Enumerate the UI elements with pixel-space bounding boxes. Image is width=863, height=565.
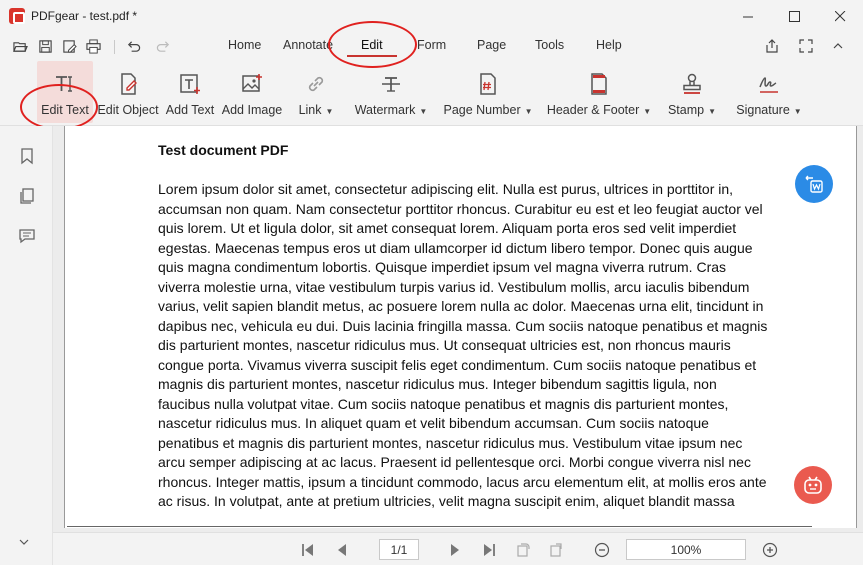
tab-help[interactable]: Help <box>596 38 622 52</box>
open-icon[interactable] <box>11 37 29 55</box>
window-title: PDFgear - test.pdf * <box>31 9 138 23</box>
add-text-label: Add Text <box>165 103 215 117</box>
stamp-icon <box>680 62 704 96</box>
current-page: 1 <box>390 542 398 557</box>
document-title: Test document PDF <box>158 142 289 158</box>
last-page-icon[interactable] <box>480 541 498 559</box>
pdf-to-word-icon[interactable] <box>795 165 833 203</box>
thumbnails-icon[interactable] <box>17 186 37 206</box>
close-button[interactable] <box>817 0 863 32</box>
signature-icon <box>757 62 781 96</box>
comments-icon[interactable] <box>17 226 37 246</box>
page-number-button[interactable]: Page Number ▼ <box>443 62 533 122</box>
page-divider <box>67 526 812 527</box>
link-button[interactable]: Link ▼ <box>296 62 336 122</box>
document-body: Lorem ipsum dolor sit amet, consectetur … <box>158 181 768 509</box>
zoom-in-icon[interactable] <box>761 541 779 559</box>
chevron-down-icon: ▼ <box>325 107 334 116</box>
chevron-down-icon: ▼ <box>524 107 533 116</box>
header-footer-label: Header & Footer <box>546 103 640 117</box>
status-bar: 1/1 100% <box>53 532 863 565</box>
left-sidebar <box>0 126 53 565</box>
save-icon[interactable] <box>36 37 54 55</box>
page-indicator[interactable]: 1/1 <box>379 539 419 560</box>
previous-page-icon[interactable] <box>333 541 351 559</box>
pdf-page[interactable]: Test document PDF Lorem ipsum dolor sit … <box>64 126 857 528</box>
rotate-right-icon[interactable] <box>547 541 565 559</box>
stamp-button[interactable]: Stamp ▼ <box>668 62 716 122</box>
chevron-down-icon[interactable] <box>18 536 30 551</box>
add-image-label: Add Image <box>221 103 283 117</box>
toolbar-divider <box>114 40 115 54</box>
tab-tools[interactable]: Tools <box>535 38 564 52</box>
annotation-oval-edit-tab <box>328 21 417 68</box>
add-text-icon <box>178 62 202 96</box>
header-footer-icon <box>587 62 611 96</box>
print-icon[interactable] <box>84 37 102 55</box>
document-viewer[interactable]: Test document PDF Lorem ipsum dolor sit … <box>53 126 863 532</box>
signature-button[interactable]: Signature ▼ <box>736 62 802 122</box>
chevron-down-icon: ▼ <box>643 107 652 116</box>
watermark-button[interactable]: Watermark ▼ <box>355 62 427 122</box>
redo-icon[interactable] <box>154 37 172 55</box>
page-number-icon <box>476 62 500 96</box>
save-as-icon[interactable] <box>60 37 78 55</box>
tab-home[interactable]: Home <box>228 38 261 52</box>
share-icon[interactable] <box>763 37 781 55</box>
watermark-label: Watermark <box>354 103 416 117</box>
tab-form[interactable]: Form <box>417 38 446 52</box>
edit-object-label: Edit Object <box>97 103 159 117</box>
annotation-oval-edit-text <box>20 84 98 130</box>
zoom-level[interactable]: 100% <box>626 539 746 560</box>
signature-label: Signature <box>736 103 790 117</box>
rotate-left-icon[interactable] <box>514 541 532 559</box>
chevron-down-icon: ▼ <box>419 107 428 116</box>
link-icon <box>304 62 328 96</box>
next-page-icon[interactable] <box>446 541 464 559</box>
first-page-icon[interactable] <box>299 541 317 559</box>
chevron-down-icon: ▼ <box>708 107 717 116</box>
edit-ribbon: Edit Text Edit Object Add Text Add Image… <box>0 60 863 126</box>
maximize-button[interactable] <box>771 0 817 32</box>
title-bar: PDFgear - test.pdf * <box>0 0 863 32</box>
add-image-icon <box>240 62 264 96</box>
chevron-down-icon: ▼ <box>793 107 802 116</box>
tab-annotate[interactable]: Annotate <box>283 38 333 52</box>
add-image-button[interactable]: Add Image <box>221 62 283 122</box>
stamp-label: Stamp <box>667 103 705 117</box>
edit-object-icon <box>116 62 140 96</box>
zoom-out-icon[interactable] <box>593 541 611 559</box>
ai-assistant-icon[interactable] <box>794 466 832 504</box>
tab-page[interactable]: Page <box>477 38 506 52</box>
minimize-button[interactable] <box>725 0 771 32</box>
header-footer-button[interactable]: Header & Footer ▼ <box>546 62 652 122</box>
window-controls <box>725 0 863 32</box>
total-pages: 1 <box>400 542 408 557</box>
page-number-label: Page Number <box>443 103 521 117</box>
fullscreen-icon[interactable] <box>797 37 815 55</box>
link-label: Link <box>298 103 322 117</box>
bookmark-icon[interactable] <box>17 146 37 166</box>
add-text-button[interactable]: Add Text <box>166 62 214 122</box>
pdfgear-logo-icon <box>9 8 25 24</box>
edit-object-button[interactable]: Edit Object <box>97 62 159 122</box>
menu-bar: Home Annotate Edit Form Page Tools Help <box>0 32 863 60</box>
collapse-ribbon-icon[interactable] <box>829 37 847 55</box>
undo-icon[interactable] <box>124 37 142 55</box>
